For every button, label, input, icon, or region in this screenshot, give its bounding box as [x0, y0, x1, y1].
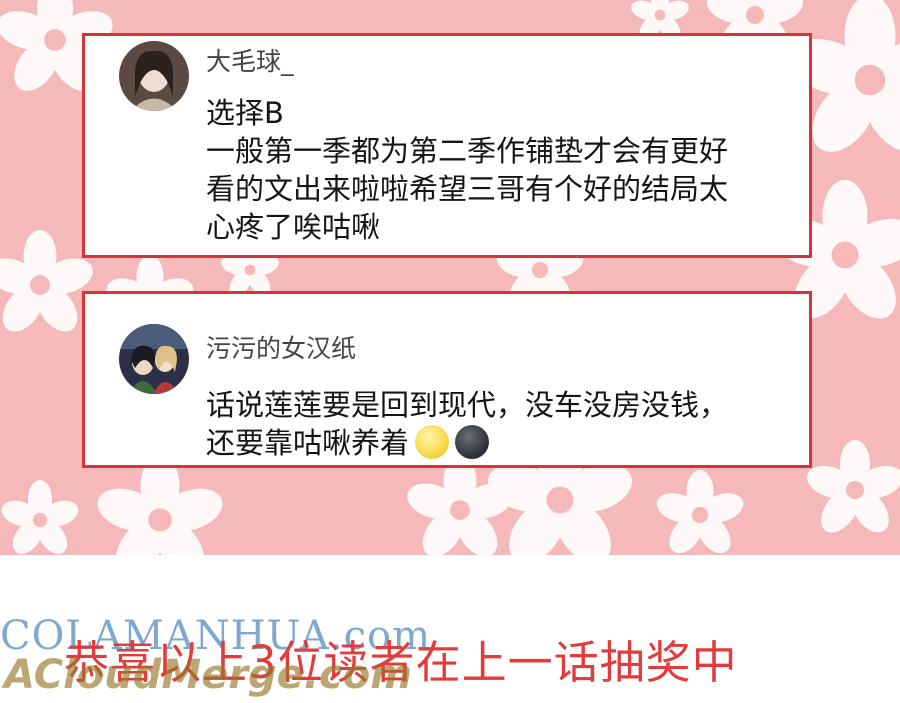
comment-line: 心疼了唉咕啾 — [206, 210, 381, 244]
comment-line-text: 还要靠咕啾养着 — [206, 426, 410, 460]
comment-line: 还要靠咕啾养着 — [206, 424, 728, 462]
user-avatar-icon — [119, 324, 189, 394]
comment-line: 选择B — [206, 96, 284, 130]
comment-username[interactable]: 污污的女汉纸 — [206, 329, 356, 365]
comment-text: 话说莲莲要是回到现代，没车没房没钱， 还要靠咕啾养着 — [206, 386, 728, 462]
comment-line: 看的文出来啦啦希望三哥有个好的结局太 — [206, 172, 729, 206]
comment-line: 一般第一季都为第二季作铺垫才会有更好 — [206, 134, 729, 168]
comment-card: 大毛球_ 选择B 一般第一季都为第二季作铺垫才会有更好 看的文出来啦啦希望三哥有… — [82, 33, 812, 258]
sun-face-emoji-icon — [415, 425, 450, 459]
watermark: ACloudMerge.com — [4, 652, 412, 698]
comment-line: 话说莲莲要是回到现代，没车没房没钱， — [206, 388, 729, 422]
avatar[interactable] — [119, 41, 189, 111]
user-avatar-icon — [119, 41, 189, 111]
comment-card: 污污的女汉纸 话说莲莲要是回到现代，没车没房没钱， 还要靠咕啾养着 — [82, 291, 812, 468]
comment-username[interactable]: 大毛球_ — [206, 42, 294, 78]
avatar[interactable] — [119, 324, 189, 394]
new-moon-face-emoji-icon — [455, 425, 490, 459]
comment-text: 选择B 一般第一季都为第二季作铺垫才会有更好 看的文出来啦啦希望三哥有个好的结局… — [206, 94, 728, 246]
